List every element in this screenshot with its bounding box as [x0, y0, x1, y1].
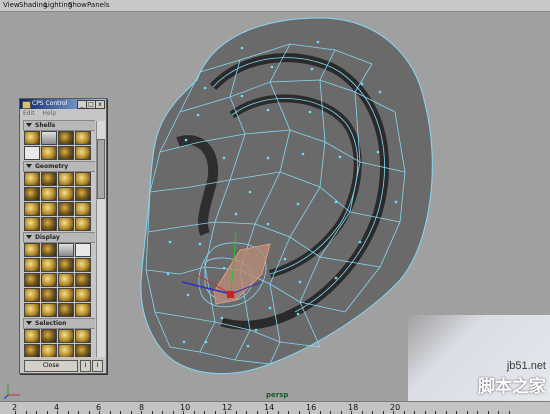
tool-button[interactable]	[75, 344, 91, 357]
tool-button[interactable]	[75, 187, 91, 201]
tool-button[interactable]	[75, 131, 91, 145]
cps-menu-help[interactable]: Help	[43, 110, 57, 117]
axis-indicator	[4, 383, 20, 399]
menu-show[interactable]: Show	[68, 0, 87, 11]
tool-button[interactable]	[58, 217, 74, 231]
tool-button[interactable]	[58, 131, 74, 145]
tool-button[interactable]	[24, 131, 40, 145]
cps-scrollbar[interactable]	[96, 121, 105, 357]
time-slider[interactable]: 2 4 6 8 10 12 14 16 18 20	[0, 401, 550, 414]
cps-tool-area: Shells Geometry Display Selection	[21, 119, 95, 357]
tool-button[interactable]	[58, 187, 74, 201]
timeline-tick-label: 20	[390, 403, 401, 412]
cps-footer: Close I I	[21, 360, 105, 372]
tool-button[interactable]	[75, 329, 91, 343]
timeline-tick-label: 12	[222, 403, 233, 412]
tool-button[interactable]	[58, 288, 74, 302]
tool-button[interactable]	[41, 131, 57, 145]
tool-button[interactable]	[75, 273, 91, 287]
tool-button[interactable]	[58, 243, 74, 257]
footer-button-2[interactable]: I	[92, 360, 103, 372]
section-selection[interactable]: Selection	[23, 318, 95, 329]
section-shells[interactable]: Shells	[23, 120, 95, 131]
cps-menu-edit[interactable]: Edit	[23, 110, 35, 117]
tool-button[interactable]	[24, 217, 40, 231]
tool-button[interactable]	[24, 146, 40, 160]
timeline-tick-label: 14	[264, 403, 275, 412]
cps-title-text: CPS Control	[32, 100, 68, 107]
tool-button[interactable]	[41, 258, 57, 272]
tool-button[interactable]	[58, 258, 74, 272]
camera-label: persp	[266, 391, 289, 399]
collapse-arrow-icon	[26, 235, 32, 239]
section-selection-label: Selection	[35, 320, 67, 327]
timeline-tick-label: 18	[348, 403, 359, 412]
tool-button[interactable]	[24, 288, 40, 302]
tool-button[interactable]	[41, 288, 57, 302]
tool-button[interactable]	[75, 288, 91, 302]
tool-button[interactable]	[24, 202, 40, 216]
cps-title-bar[interactable]: CPS Control _ □ x	[20, 99, 106, 109]
tool-button[interactable]	[41, 217, 57, 231]
tool-button[interactable]	[41, 344, 57, 357]
tool-button[interactable]	[41, 172, 57, 186]
menu-view[interactable]: View	[3, 0, 20, 11]
tool-button[interactable]	[58, 344, 74, 357]
tool-button[interactable]	[41, 202, 57, 216]
tool-button[interactable]	[75, 172, 91, 186]
tool-button[interactable]	[24, 329, 40, 343]
tool-button[interactable]	[75, 217, 91, 231]
tool-button[interactable]	[41, 243, 57, 257]
timeline-tick-label: 10	[180, 403, 191, 412]
tool-button[interactable]	[58, 146, 74, 160]
collapse-arrow-icon	[26, 321, 32, 325]
tool-button[interactable]	[24, 258, 40, 272]
tool-button[interactable]	[75, 146, 91, 160]
cps-menubar: Edit Help	[20, 109, 106, 118]
tool-button[interactable]	[24, 187, 40, 201]
menu-panels[interactable]: Panels	[87, 0, 110, 11]
collapse-arrow-icon	[26, 164, 32, 168]
footer-button-1[interactable]: I	[80, 360, 91, 372]
tool-button[interactable]	[58, 202, 74, 216]
tool-button[interactable]	[41, 273, 57, 287]
section-display-label: Display	[35, 234, 60, 241]
tool-button[interactable]	[24, 273, 40, 287]
tool-button[interactable]	[41, 146, 57, 160]
tool-button[interactable]	[41, 187, 57, 201]
tool-button[interactable]	[58, 329, 74, 343]
section-shells-label: Shells	[35, 122, 56, 129]
close-window-button[interactable]: x	[95, 100, 105, 109]
cps-control-panel[interactable]: CPS Control _ □ x Edit Help Shells Geome…	[19, 98, 107, 374]
timeline-tick-label: 16	[306, 403, 317, 412]
section-geometry[interactable]: Geometry	[23, 161, 95, 172]
tool-button[interactable]	[75, 243, 91, 257]
watermark-backdrop	[408, 315, 550, 401]
tool-button[interactable]	[41, 303, 57, 317]
tool-button[interactable]	[75, 258, 91, 272]
tool-button[interactable]	[24, 344, 40, 357]
viewport-menubar: View Shading Lighting Show Panels	[0, 0, 550, 12]
tool-button[interactable]	[58, 172, 74, 186]
tool-button[interactable]	[24, 303, 40, 317]
section-geometry-label: Geometry	[35, 163, 69, 170]
tool-button[interactable]	[58, 273, 74, 287]
tool-button[interactable]	[75, 303, 91, 317]
tool-button[interactable]	[24, 243, 40, 257]
tool-button[interactable]	[58, 303, 74, 317]
collapse-arrow-icon	[26, 123, 32, 127]
tool-button[interactable]	[75, 202, 91, 216]
close-button[interactable]: Close	[24, 360, 78, 372]
cps-scroll-thumb[interactable]	[97, 139, 105, 199]
section-display[interactable]: Display	[23, 232, 95, 243]
tool-button[interactable]	[41, 329, 57, 343]
tool-button[interactable]	[24, 172, 40, 186]
cps-window-icon	[22, 101, 31, 109]
